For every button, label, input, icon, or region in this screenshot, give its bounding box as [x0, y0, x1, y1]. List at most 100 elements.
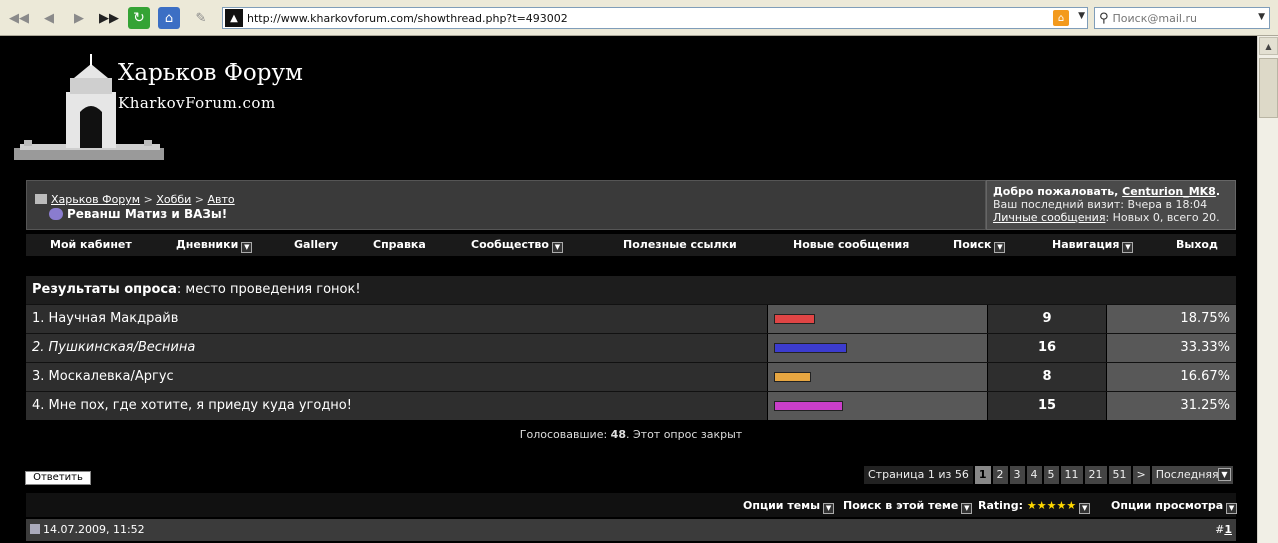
- chevron-down-icon[interactable]: ▼: [551, 242, 563, 253]
- nav-search-label: Поиск: [953, 238, 992, 251]
- poll-results: Результаты опроса: место проведения гоно…: [26, 276, 1236, 420]
- fast-forward-icon[interactable]: ▶▶: [98, 7, 120, 29]
- search-icon: ⚲: [1099, 10, 1109, 26]
- reply-button[interactable]: Ответить: [25, 471, 91, 485]
- post-number-link[interactable]: 1: [1224, 523, 1232, 536]
- chevron-down-icon[interactable]: ▼: [1078, 11, 1085, 21]
- welcome-panel: Добро пожаловать, Centurion_MK8. Ваш пос…: [986, 180, 1236, 230]
- chevron-down-icon[interactable]: ▼: [823, 503, 835, 514]
- welcome-line: Добро пожаловать, Centurion_MK8.: [993, 185, 1221, 198]
- nav-gallery[interactable]: Gallery: [294, 238, 338, 251]
- rss-icon[interactable]: ⌂: [1053, 10, 1069, 26]
- site-logo[interactable]: Харьков Форум KharkovForum.com: [14, 52, 303, 164]
- welcome-greeting: Добро пожаловать,: [993, 185, 1123, 198]
- nav-navigation-label: Навигация: [1052, 238, 1120, 251]
- rating-menu[interactable]: Rating: ★★★★★ ▼: [978, 499, 1091, 514]
- private-messages-link[interactable]: Личные сообщения: [993, 211, 1105, 224]
- search-input[interactable]: [1112, 11, 1243, 25]
- nav-diaries[interactable]: Дневники ▼: [176, 238, 253, 253]
- breadcrumb-item-home[interactable]: Харьков Форум: [51, 193, 140, 206]
- page-link[interactable]: >: [1132, 466, 1150, 484]
- main-navbar: Мой кабинет Дневники ▼ Gallery Справка Со…: [26, 234, 1236, 256]
- page-link[interactable]: 21: [1084, 466, 1107, 484]
- page-link[interactable]: 11: [1060, 466, 1083, 484]
- logo-subtitle: KharkovForum.com: [118, 94, 276, 112]
- back-icon[interactable]: ◀: [38, 7, 60, 29]
- first-icon[interactable]: ◀◀: [8, 7, 30, 29]
- nav-community[interactable]: Сообщество ▼: [471, 238, 563, 253]
- poll-closed-text: . Этот опрос закрыт: [625, 428, 743, 441]
- nav-navigation[interactable]: Навигация ▼: [1052, 238, 1134, 253]
- last-visit: Ваш последний визит: Вчера в 18:04: [993, 198, 1208, 211]
- poll-bar-cell: [768, 392, 987, 420]
- home-icon[interactable]: ⌂: [158, 7, 180, 29]
- poll-footer: Голосовавшие: 48. Этот опрос закрыт: [26, 428, 1236, 441]
- nav-useful-links[interactable]: Полезные ссылки: [623, 238, 737, 251]
- scroll-up-icon[interactable]: ▲: [1259, 37, 1278, 55]
- chevron-down-icon[interactable]: ▼: [961, 503, 973, 514]
- breadcrumb-path: Харьков Форум > Хобби > Авто: [35, 193, 235, 206]
- nav-help[interactable]: Справка: [373, 238, 426, 251]
- post-number: #1: [1215, 523, 1232, 536]
- thread-tools-bar: Опции темы ▼ Поиск в этой теме ▼ Rating: ★…: [26, 493, 1238, 517]
- thread-options-menu[interactable]: Опции темы ▼: [743, 499, 835, 514]
- username-link[interactable]: Centurion_MK8: [1122, 185, 1216, 198]
- page-link[interactable]: 4: [1026, 466, 1042, 484]
- breadcrumb: Харьков Форум > Хобби > Авто Реванш Мати…: [26, 180, 986, 230]
- chevron-down-icon[interactable]: ▼: [1218, 468, 1231, 481]
- address-url[interactable]: http://www.kharkovforum.com/showthread.p…: [247, 12, 568, 25]
- poll-voters-total: 48: [610, 428, 626, 441]
- poll-bar-cell: [768, 305, 987, 333]
- search-box[interactable]: ⚲ ▼: [1094, 7, 1270, 29]
- poll-option-percent: 16.67%: [1107, 363, 1236, 391]
- edit-icon[interactable]: ✎: [190, 7, 212, 29]
- forward-icon[interactable]: ▶: [68, 7, 90, 29]
- rating-stars-icon: ★★★★★: [1026, 499, 1077, 512]
- chevron-down-icon[interactable]: ▼: [994, 242, 1006, 253]
- poll-bar: [774, 401, 843, 411]
- page-link[interactable]: 1: [974, 466, 991, 484]
- chevron-down-icon[interactable]: ▼: [1122, 242, 1134, 253]
- poll-option-row: 3. Москалевка/Аргус 8 16.67%: [26, 362, 1236, 391]
- nav-diaries-label: Дневники: [176, 238, 239, 251]
- thread-icon: [49, 208, 63, 220]
- page-link[interactable]: 5: [1043, 466, 1059, 484]
- chevron-down-icon[interactable]: ▼: [1079, 503, 1091, 514]
- nav-my-cabinet[interactable]: Мой кабинет: [50, 238, 132, 251]
- view-options-menu[interactable]: Опции просмотра ▼: [1111, 499, 1238, 514]
- poll-option-votes: 9: [988, 305, 1106, 333]
- nav-new-posts[interactable]: Новые сообщения: [793, 238, 909, 251]
- page-link[interactable]: 51: [1108, 466, 1131, 484]
- poll-option-percent: 33.33%: [1107, 334, 1236, 362]
- page-link[interactable]: 2: [992, 466, 1008, 484]
- post-icon: [30, 524, 40, 534]
- breadcrumb-item-hobby[interactable]: Хобби: [156, 193, 191, 206]
- address-bar[interactable]: ▲ http://www.kharkovforum.com/showthread…: [222, 7, 1088, 29]
- chevron-down-icon[interactable]: ▼: [241, 242, 253, 253]
- poll-bar-cell: [768, 363, 987, 391]
- poll-option-row: 2. Пушкинская/Веснина 16 33.33%: [26, 333, 1236, 362]
- chevron-down-icon[interactable]: ▼: [1226, 503, 1238, 514]
- page-link[interactable]: 3: [1009, 466, 1025, 484]
- poll-option-percent: 31.25%: [1107, 392, 1236, 420]
- vertical-scrollbar[interactable]: ▲: [1257, 36, 1278, 543]
- browser-toolbar: ◀◀ ◀ ▶ ▶▶ ↻ ⌂ ✎ ▲ http://www.kharkovforu…: [0, 0, 1278, 36]
- pm-count: : Новых 0, всего 20.: [1105, 211, 1220, 224]
- chevron-down-icon[interactable]: ▼: [1258, 12, 1265, 22]
- poll-option-percent: 18.75%: [1107, 305, 1236, 333]
- poll-option-label: 3. Москалевка/Аргус: [26, 363, 767, 391]
- nav-logout[interactable]: Выход: [1176, 238, 1218, 251]
- page-title: Реванш Матиз и ВАЗы!: [49, 207, 227, 221]
- nav-search[interactable]: Поиск ▼: [953, 238, 1006, 253]
- search-thread-menu[interactable]: Поиск в этой теме ▼: [843, 499, 973, 514]
- search-thread-label: Поиск в этой теме: [843, 499, 959, 512]
- scroll-thumb[interactable]: [1259, 58, 1278, 118]
- poll-option-label: 2. Пушкинская/Веснина: [26, 334, 767, 362]
- view-options-label: Опции просмотра: [1111, 499, 1224, 512]
- refresh-icon[interactable]: ↻: [128, 7, 150, 29]
- pagination: Страница 1 из 56 1 2 3 4 5 11 21 51 > Последняя »: [864, 466, 1233, 484]
- poll-question: : место проведения гонок!: [176, 282, 361, 297]
- folder-icon: [35, 194, 47, 204]
- pm-line: Личные сообщения: Новых 0, всего 20.: [993, 211, 1229, 224]
- breadcrumb-item-auto[interactable]: Авто: [208, 193, 235, 206]
